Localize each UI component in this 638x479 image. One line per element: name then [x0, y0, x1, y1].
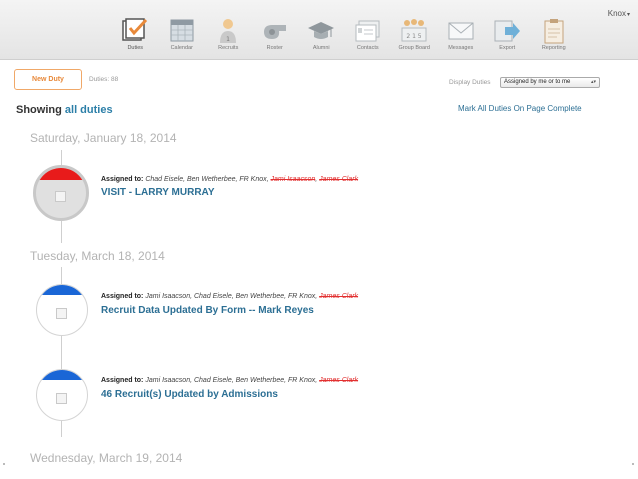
duty-status-circle[interactable] — [36, 369, 88, 421]
showing-filter: Showing all duties — [16, 104, 113, 116]
calendar-icon — [170, 19, 193, 42]
svg-text:2 1 5: 2 1 5 — [406, 33, 421, 40]
user-menu[interactable]: Knox▾ — [608, 9, 630, 18]
duty-title-link[interactable]: VISIT - LARRY MURRAY — [101, 187, 215, 198]
new-duty-button[interactable]: New Duty — [14, 69, 82, 90]
group-board-icon: 2 1 5 — [401, 19, 427, 42]
page-edge-mark — [3, 463, 5, 465]
select-arrows-icon: ▴▾ — [590, 79, 596, 85]
duties-icon — [122, 18, 148, 41]
duty-assignees: Assigned to: Jami Isaacson, Chad Eisele,… — [101, 293, 358, 300]
main-nav: Duties Calendar 1 Recruits Roster Alumni… — [112, 0, 577, 60]
nav-messages[interactable]: Messages — [438, 0, 485, 60]
mark-all-complete-link[interactable]: Mark All Duties On Page Complete — [458, 104, 582, 113]
whistle-icon — [263, 25, 286, 39]
nav-label: Contacts — [356, 45, 379, 51]
contacts-icon — [355, 20, 379, 42]
nav-label: Alumni — [312, 45, 330, 51]
svg-text:1: 1 — [226, 36, 230, 43]
showing-filter-link[interactable]: all duties — [65, 104, 113, 116]
duty-count: Duties: 88 — [89, 76, 119, 83]
removed-assignee: Jami Isaacson — [270, 176, 316, 183]
nav-duties[interactable]: Duties — [112, 0, 159, 60]
nav-label: Recruits — [218, 45, 239, 51]
duty-status-circle[interactable] — [33, 165, 89, 221]
date-heading: Saturday, January 18, 2014 — [30, 131, 177, 145]
assignee-list: Chad Eisele, Ben Wetherbee, FR Knox, — [145, 176, 269, 183]
nav-label: Reporting — [541, 45, 566, 51]
priority-cap — [37, 370, 87, 380]
timeline-line — [61, 336, 62, 369]
nav-calendar[interactable]: Calendar — [159, 0, 206, 60]
assigned-label: Assigned to: — [101, 293, 144, 300]
nav-label: Calendar — [170, 45, 193, 51]
nav-group-board[interactable]: 2 1 5 Group Board — [391, 0, 438, 60]
removed-assignee: James Clark — [319, 176, 359, 183]
envelope-icon — [448, 22, 473, 40]
priority-cap — [37, 285, 87, 295]
assigned-label: Assigned to: — [101, 176, 144, 183]
user-name: Knox — [607, 9, 626, 18]
removed-assignee: James Clark — [319, 293, 359, 300]
nav-export[interactable]: Export — [484, 0, 531, 60]
duty-title-link[interactable]: 46 Recruit(s) Updated by Admissions — [101, 389, 278, 400]
timeline-line — [61, 221, 62, 243]
nav-roster[interactable]: Roster — [252, 0, 299, 60]
nav-reporting[interactable]: Reporting — [531, 0, 578, 60]
duty-status-circle[interactable] — [36, 284, 88, 336]
chevron-down-icon: ▾ — [626, 12, 630, 18]
assignee-list: Jami Isaacson, Chad Eisele, Ben Wetherbe… — [145, 293, 318, 300]
duty-assignees: Assigned to: Jami Isaacson, Chad Eisele,… — [101, 377, 358, 384]
timeline-line — [61, 267, 62, 284]
nav-recruits[interactable]: 1 Recruits — [205, 0, 252, 60]
nav-label: Messages — [448, 45, 474, 51]
page-edge-mark — [632, 463, 634, 465]
display-duties-value: Assigned by me or to me — [504, 79, 571, 85]
recruits-icon: 1 — [220, 19, 236, 43]
removed-assignee: James Clark — [319, 377, 359, 384]
nav-alumni[interactable]: Alumni — [298, 0, 345, 60]
nav-label: Export — [499, 45, 516, 51]
date-heading: Wednesday, March 19, 2014 — [30, 451, 183, 465]
assigned-label: Assigned to: — [101, 377, 144, 384]
duty-title-link[interactable]: Recruit Data Updated By Form -- Mark Rey… — [101, 305, 314, 316]
clipboard-icon — [544, 19, 563, 44]
nav-label: Duties — [127, 45, 144, 51]
showing-label: Showing — [16, 104, 62, 116]
display-duties-label: Display Duties — [449, 79, 491, 86]
timeline-line — [61, 150, 62, 165]
nav-contacts[interactable]: Contacts — [345, 0, 392, 60]
nav-label: Group Board — [398, 45, 431, 51]
duty-checkbox[interactable] — [56, 308, 67, 319]
duty-checkbox[interactable] — [55, 191, 66, 202]
export-icon — [494, 20, 520, 42]
duty-checkbox[interactable] — [56, 393, 67, 404]
assignee-list: Jami Isaacson, Chad Eisele, Ben Wetherbe… — [145, 377, 318, 384]
graduation-cap-icon — [308, 22, 334, 39]
duty-assignees: Assigned to: Chad Eisele, Ben Wetherbee,… — [101, 176, 359, 183]
date-heading: Tuesday, March 18, 2014 — [30, 249, 165, 263]
display-duties-select[interactable]: Assigned by me or to me ▴▾ — [500, 77, 600, 88]
nav-label: Roster — [266, 45, 283, 51]
timeline-line — [61, 421, 62, 437]
priority-cap — [36, 168, 86, 180]
top-toolbar: Duties Calendar 1 Recruits Roster Alumni… — [0, 0, 638, 60]
